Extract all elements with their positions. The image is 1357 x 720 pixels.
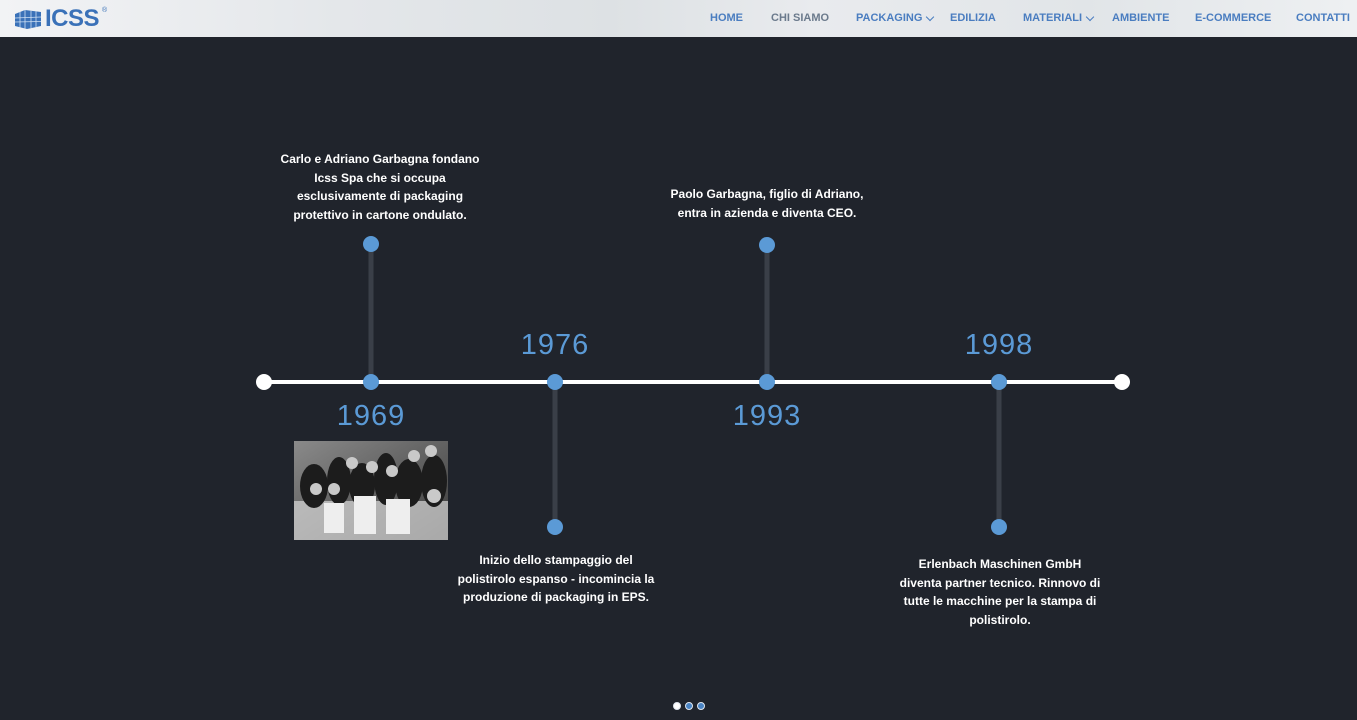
timeline-graphic <box>256 236 1130 535</box>
event-1998-line: Erlenbach Maschinen GmbH <box>918 557 1082 571</box>
event-1993-description: Paolo Garbagna, figlio di Adriano, entra… <box>651 185 883 222</box>
founders-photo <box>294 441 448 540</box>
event-1969-line: esclusivamente di packaging <box>296 189 464 203</box>
event-1976-description: Inizio dello stampaggio del polistirolo … <box>441 551 671 607</box>
event-1993-year: 1993 <box>732 400 802 432</box>
event-1969-line: Carlo e Adriano Garbagna fondano <box>280 152 480 166</box>
timeline-node-1993[interactable] <box>759 374 775 390</box>
pagination-dot-1[interactable] <box>673 702 681 710</box>
timeline-end-node <box>1114 374 1130 390</box>
event-1969-description: Carlo e Adriano Garbagna fondano Icss Sp… <box>270 150 490 224</box>
timeline-start-node <box>256 374 272 390</box>
timeline-stem-end-1969 <box>363 236 379 252</box>
event-1969-line: Icss Spa che si occupa <box>314 170 446 185</box>
event-1969-line: protettivo in cartone ondulato. <box>293 207 467 222</box>
event-1976-line: produzione di packaging in EPS. <box>462 590 650 604</box>
event-1998-line: polistirolo. <box>969 612 1031 627</box>
history-timeline: Carlo e Adriano Garbagna fondano Icss Sp… <box>0 0 1357 720</box>
event-1976-line: Inizio dello stampaggio del <box>479 553 633 567</box>
event-1993-line: Paolo Garbagna, figlio di Adriano, <box>670 187 864 201</box>
timeline-node-1998[interactable] <box>991 374 1007 390</box>
timeline-node-1976[interactable] <box>547 374 563 390</box>
timeline-stem-end-1998 <box>991 519 1007 535</box>
event-1969-year: 1969 <box>336 400 406 432</box>
event-1998-year: 1998 <box>964 329 1034 361</box>
event-1976-line: polistirolo espanso - incomincia la <box>457 571 655 586</box>
slider-pagination <box>673 702 705 710</box>
timeline-stem-end-1976 <box>547 519 563 535</box>
pagination-dot-2[interactable] <box>685 702 693 710</box>
event-1976-year: 1976 <box>520 329 590 361</box>
timeline-stem-end-1993 <box>759 237 775 253</box>
event-1993-line: entra in azienda e diventa CEO. <box>677 205 857 220</box>
founders-photo-image <box>294 441 448 540</box>
timeline-node-1969[interactable] <box>363 374 379 390</box>
event-1998-line: tutte le macchine per la stampa di <box>903 594 1097 608</box>
event-1998-description: Erlenbach Maschinen GmbH diventa partner… <box>885 555 1115 629</box>
pagination-dot-3[interactable] <box>697 702 705 710</box>
event-1998-line: diventa partner tecnico. Rinnovo di <box>899 575 1101 590</box>
